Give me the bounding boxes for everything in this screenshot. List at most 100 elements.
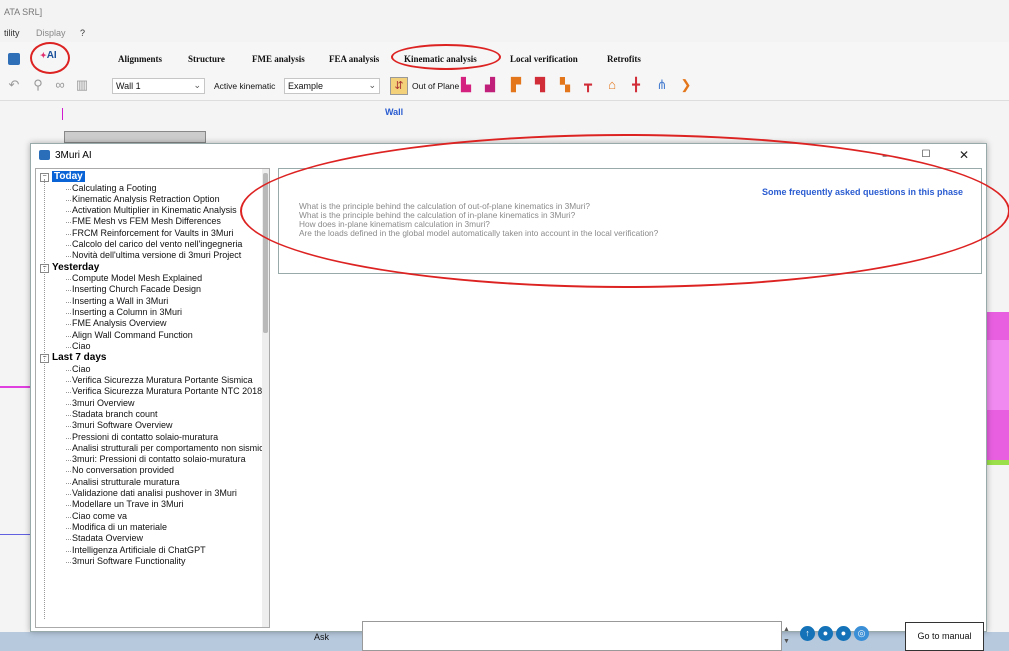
menu-help[interactable]: ? <box>80 28 85 38</box>
tree-branch-line <box>66 460 71 462</box>
kinematic-mechanism-5-icon[interactable]: ▚ <box>557 77 573 93</box>
history-item[interactable]: Verifica Sicurezza Muratura Portante Sis… <box>72 375 253 385</box>
attach-icon[interactable]: ● <box>818 626 833 641</box>
history-item[interactable]: Activation Multiplier in Kinematic Analy… <box>72 205 237 215</box>
tree-branch-line <box>66 550 71 552</box>
history-item[interactable]: Stadata branch count <box>72 409 158 419</box>
canvas-green-line <box>986 460 1009 465</box>
tab-structure[interactable]: Structure <box>188 54 225 64</box>
tree-branch-line <box>66 392 71 394</box>
wall-select[interactable]: Wall 1 ⌄ <box>112 78 205 94</box>
faq-question[interactable]: Are the loads defined in the global mode… <box>299 228 658 238</box>
kinematic-mechanism-7-icon[interactable]: ⌂ <box>604 77 620 93</box>
history-item[interactable]: FRCM Reinforcement for Vaults in 3Muri <box>72 228 233 238</box>
history-item[interactable]: Modifica di un materiale <box>72 522 167 532</box>
binoculars-icon[interactable]: ⚲ <box>30 77 46 93</box>
tree-branch-line <box>66 414 71 416</box>
history-item[interactable]: Calculating a Footing <box>72 183 157 193</box>
settings-icon[interactable]: ◎ <box>854 626 869 641</box>
tab-local-verification[interactable]: Local verification <box>510 54 578 64</box>
history-item[interactable]: 3muri Overview <box>72 398 135 408</box>
history-group[interactable]: − Today <box>40 171 85 182</box>
menu-bar: tility Display ? <box>0 24 1009 42</box>
ask-input[interactable] <box>362 621 782 651</box>
kinematic-mechanism-10-icon[interactable]: ❯ <box>678 77 694 93</box>
history-item[interactable]: Intelligenza Artificiale di ChatGPT <box>72 545 206 555</box>
history-item[interactable]: Pressioni di contatto solaio-muratura <box>72 432 218 442</box>
history-item[interactable]: Inserting a Wall in 3Muri <box>72 296 168 306</box>
history-item[interactable]: FME Analysis Overview <box>72 318 167 328</box>
ai-assistant-dialog: 3Muri AI – ☐ ✕ − Today Calculating a Footi… <box>30 143 987 651</box>
tab-fme-analysis[interactable]: FME analysis <box>252 54 305 64</box>
send-icon[interactable]: ↑ <box>800 626 815 641</box>
kinematic-mechanism-4-icon[interactable]: ▜ <box>532 77 548 93</box>
maximize-button[interactable]: ☐ <box>911 146 941 164</box>
history-item[interactable]: Ciao <box>72 364 91 374</box>
tree-guide-line <box>44 179 45 619</box>
close-button[interactable]: ✕ <box>949 146 979 164</box>
history-item[interactable]: Inserting Church Facade Design <box>72 284 201 294</box>
history-item[interactable]: 3muri: Pressioni di contatto solaio-mura… <box>72 454 246 464</box>
history-item[interactable]: Analisi strutturale muratura <box>72 477 180 487</box>
history-item[interactable]: 3muri Software Functionality <box>72 556 186 566</box>
scrollbar-thumb[interactable] <box>263 173 268 333</box>
history-item[interactable]: FME Mesh vs FEM Mesh Differences <box>72 216 221 226</box>
menu-utility[interactable]: tility <box>4 28 20 38</box>
history-item[interactable]: Ciao <box>72 341 91 351</box>
tree-branch-line <box>66 369 71 371</box>
tree-branch-line <box>66 188 71 190</box>
undo-icon[interactable]: ↶ <box>6 77 22 93</box>
history-item[interactable]: Analisi strutturali per comportamento no… <box>72 443 269 453</box>
glasses-icon[interactable]: ∞ <box>52 77 68 93</box>
history-group[interactable]: − Last 7 days <box>40 352 106 364</box>
history-item[interactable]: Compute Model Mesh Explained <box>72 273 202 283</box>
canvas-wall-band-light <box>986 340 1009 410</box>
history-group-label: Today <box>52 171 85 182</box>
kinematic-mechanism-9-icon[interactable]: ⋔ <box>654 77 670 93</box>
tree-branch-line <box>66 381 71 382</box>
history-item[interactable]: No conversation provided <box>72 465 174 475</box>
history-item[interactable]: Align Wall Command Function <box>72 330 193 340</box>
history-item[interactable]: Calcolo del carico del vento nell'ingegn… <box>72 239 242 249</box>
history-item[interactable]: Kinematic Analysis Retraction Option <box>72 194 220 204</box>
active-kinematic-select[interactable]: Example ⌄ <box>284 78 380 94</box>
collapse-icon[interactable]: − <box>40 263 49 273</box>
history-scrollbar[interactable] <box>262 169 269 627</box>
chart-icon[interactable]: ▥ <box>74 77 90 93</box>
kinematic-mechanism-6-icon[interactable]: ┳ <box>580 77 596 93</box>
tab-alignments[interactable]: Alignments <box>118 54 162 64</box>
tree-branch-line <box>66 516 71 518</box>
history-item[interactable]: Novità dell'ultima versione di 3muri Pro… <box>72 250 241 260</box>
app-icon[interactable] <box>8 53 20 65</box>
history-item[interactable]: Verifica Sicurezza Muratura Portante NTC… <box>72 386 262 396</box>
history-item[interactable]: Stadata Overview <box>72 533 143 543</box>
history-group[interactable]: − Yesterday <box>40 262 99 273</box>
tab-retrofits[interactable]: Retrofits <box>607 54 641 64</box>
history-item[interactable]: Ciao come va <box>72 511 127 521</box>
kinematic-mechanism-2-icon[interactable]: ▟ <box>482 77 498 93</box>
tab-kinematic-analysis[interactable]: Kinematic analysis <box>404 54 477 64</box>
collapse-icon[interactable]: − <box>40 354 49 364</box>
out-of-plane-icon[interactable]: ⇵ <box>390 77 408 95</box>
go-to-manual-button[interactable]: Go to manual <box>905 622 984 651</box>
kinematic-mechanism-1-icon[interactable]: ▙ <box>458 77 474 93</box>
input-spin-buttons[interactable]: ▲ ▼ <box>783 624 790 648</box>
tab-fea-analysis[interactable]: FEA analysis <box>329 54 379 64</box>
microphone-icon[interactable]: ● <box>836 626 851 641</box>
ai-button[interactable]: ✦AI <box>40 50 57 61</box>
canvas-element <box>64 131 206 143</box>
collapse-icon[interactable]: − <box>40 173 49 182</box>
kinematic-mechanism-8-icon[interactable]: ╋ <box>628 77 644 93</box>
conversation-history-tree: − Today Calculating a Footing Kinematic Ana… <box>35 168 270 628</box>
history-item[interactable]: 3muri Software Overview <box>72 420 173 430</box>
title-bar: ATA SRL] <box>0 0 1009 24</box>
history-item[interactable]: Modellare un Trave in 3Muri <box>72 499 184 509</box>
kinematic-mechanism-3-icon[interactable]: ▛ <box>508 77 524 93</box>
history-item[interactable]: Inserting a Column in 3Muri <box>72 307 182 317</box>
menu-display[interactable]: Display <box>36 28 66 38</box>
minimize-button[interactable]: – <box>871 146 901 164</box>
wall-canvas-label: Wall <box>385 107 404 117</box>
canvas-line <box>0 386 30 388</box>
tree-branch-line <box>66 301 71 303</box>
history-item[interactable]: Validazione dati analisi pushover in 3Mu… <box>72 488 237 498</box>
